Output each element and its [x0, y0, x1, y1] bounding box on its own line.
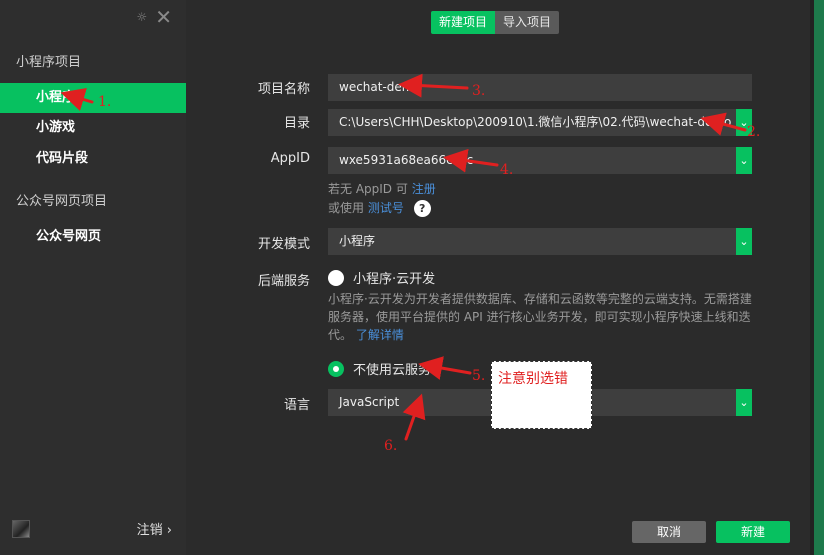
help-icon[interactable]: ?: [413, 200, 431, 217]
settings-icon[interactable]: ☼: [136, 10, 147, 24]
appid-dropdown-button[interactable]: ⌄: [736, 147, 752, 174]
radio-cloud-dev-label: 小程序·云开发: [353, 272, 436, 287]
radio-checked-icon: [328, 360, 344, 377]
avatar[interactable]: [12, 520, 30, 538]
learn-more-link[interactable]: 了解详情: [356, 328, 404, 342]
test-account-link[interactable]: 测试号: [368, 201, 404, 215]
tab-import-project[interactable]: 导入项目: [495, 11, 560, 34]
radio-no-cloud-label: 不使用云服务: [353, 363, 432, 378]
dev-mode-label: 开发模式: [257, 237, 310, 252]
right-edge-strip: [810, 0, 824, 555]
radio-no-cloud[interactable]: 不使用云服务: [328, 359, 431, 378]
create-button[interactable]: 新建: [716, 521, 790, 543]
dev-mode-select[interactable]: 小程序: [328, 228, 736, 255]
annotation-note-box: 注意别选错: [491, 361, 592, 429]
cancel-button[interactable]: 取消: [632, 521, 706, 543]
close-icon[interactable]: ✕: [155, 7, 172, 27]
logout-button[interactable]: 注销 ›: [137, 519, 172, 538]
project-name-input[interactable]: wechat-demo: [328, 74, 752, 101]
radio-cloud-dev[interactable]: 小程序·云开发: [328, 268, 435, 287]
sidebar-top-controls: ☼ ✕: [136, 7, 172, 27]
cloud-dev-description: 小程序·云开发为开发者提供数据库、存储和云函数等完整的云端支持。无需搭建服务器，…: [328, 290, 758, 344]
section-miniapp-projects: 小程序项目: [16, 55, 82, 70]
test-account-hint: 或使用 测试号 ?: [328, 199, 431, 217]
test-hint-text: 或使用: [328, 201, 365, 215]
annotation-number-3: 3.: [472, 83, 486, 99]
appid-input[interactable]: wxe5931a68ea66cecc: [328, 147, 736, 174]
annotation-number-1: 1.: [98, 94, 112, 110]
language-dropdown-button[interactable]: ⌄: [736, 389, 752, 416]
main-panel: 新建项目 导入项目 项目名称 wechat-demo 目录 C:\Users\C…: [186, 0, 810, 555]
sidebar-item-code-snippet[interactable]: 代码片段: [0, 144, 186, 174]
annotation-number-6: 6.: [384, 438, 398, 454]
annotation-number-5: 5.: [472, 368, 486, 384]
annotation-number-2: 2.: [747, 124, 761, 140]
register-link[interactable]: 注册: [412, 182, 436, 196]
directory-input[interactable]: C:\Users\CHH\Desktop\200910\1.微信小程序\02.代…: [328, 109, 736, 136]
sidebar-footer: 注销 ›: [0, 515, 186, 555]
sidebar-item-official-webpage[interactable]: 公众号网页: [0, 222, 186, 252]
sidebar-item-minigame[interactable]: 小游戏: [0, 113, 186, 143]
language-label: 语言: [283, 398, 310, 413]
appid-label: AppID: [270, 151, 310, 166]
sidebar-item-miniprogram[interactable]: 小程序: [0, 83, 186, 113]
project-tabs: 新建项目 导入项目: [431, 11, 560, 34]
section-official-account-projects: 公众号网页项目: [16, 194, 108, 209]
tab-new-project[interactable]: 新建项目: [431, 11, 496, 34]
directory-label: 目录: [283, 116, 310, 131]
annotation-number-4: 4.: [500, 162, 514, 178]
sidebar: ☼ ✕ 小程序项目 小程序 小游戏 代码片段 公众号网页项目 公众号网页 注销 …: [0, 0, 186, 555]
appid-hint-text: 若无 AppID 可: [328, 182, 408, 196]
dev-mode-dropdown-button[interactable]: ⌄: [736, 228, 752, 255]
backend-service-label: 后端服务: [257, 274, 310, 289]
radio-unchecked-icon: [328, 269, 344, 286]
appid-register-hint: 若无 AppID 可 注册: [328, 180, 436, 197]
project-name-label: 项目名称: [257, 82, 310, 97]
